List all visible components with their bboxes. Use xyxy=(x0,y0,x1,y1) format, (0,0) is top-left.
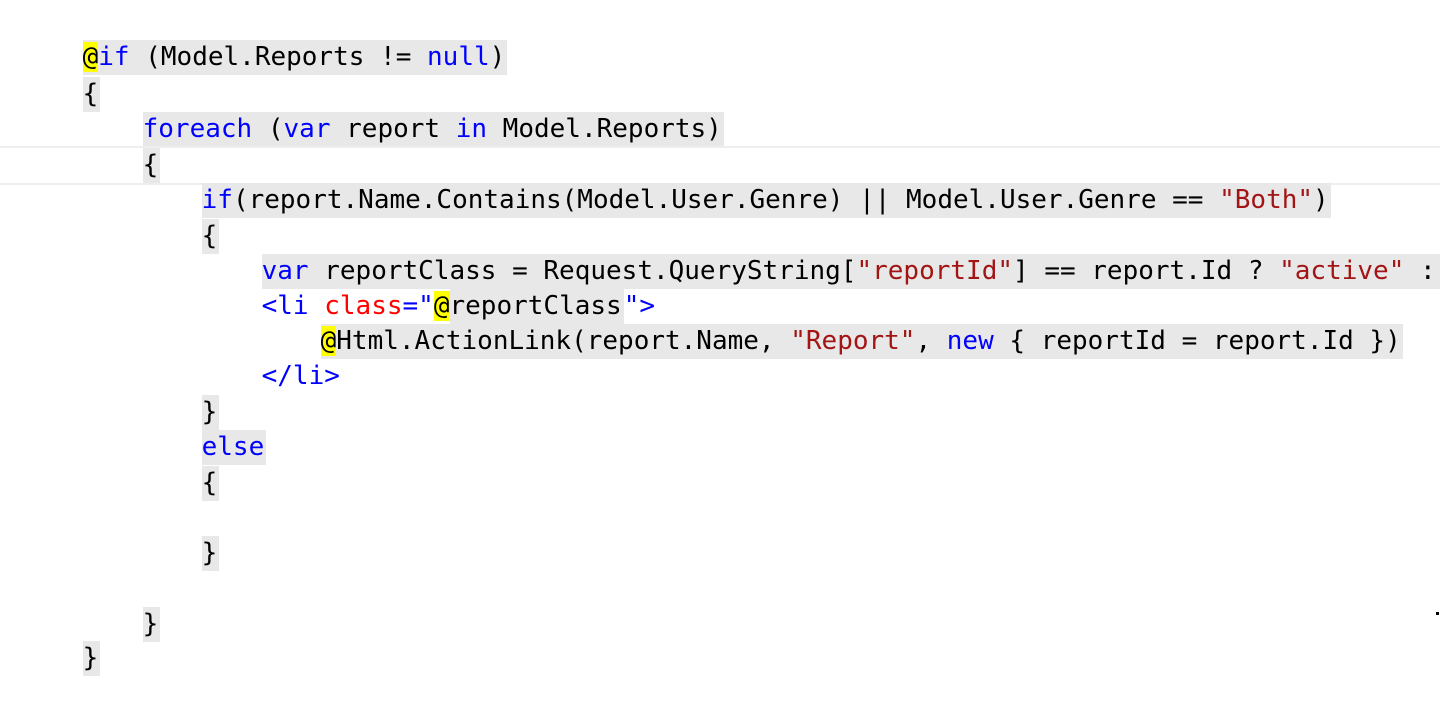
code-text: { reportId = report.Id }) xyxy=(993,326,1401,356)
string-literal: "Both" xyxy=(1219,185,1314,215)
html-tag-close: </li> xyxy=(261,361,340,391)
code-line-15: } xyxy=(80,572,161,642)
code-text: : xyxy=(1420,256,1436,286)
code-line-7: var reportClass = Request.QueryString["r… xyxy=(199,219,1440,289)
code-line-8: <li class="@reportClass"> xyxy=(199,254,655,324)
code-text: ] == report.Id ? xyxy=(1013,256,1280,286)
code-line-13-content: { xyxy=(201,466,220,501)
code-text: Model.Reports) xyxy=(487,114,722,144)
code-text: report xyxy=(330,114,456,144)
code-line-16: } xyxy=(20,606,101,676)
code-text: (report.Name.Contains(Model.User.Genre) … xyxy=(232,185,1220,215)
code-text: Html.ActionLink(report.Name, xyxy=(336,326,791,356)
keyword-null: null xyxy=(427,42,490,72)
string-literal: "active" xyxy=(1279,256,1405,286)
code-text: ) xyxy=(1313,185,1329,215)
keyword-new: new xyxy=(946,326,994,356)
code-line-1: @if (Model.Reports != null) xyxy=(20,5,508,75)
code-line-9-content: @Html.ActionLink(report.Name, "Report", … xyxy=(320,324,1403,359)
code-line-14-content: } xyxy=(201,536,220,571)
keyword-var: var xyxy=(283,114,331,144)
code-line-3-content: foreach (var report in Model.Reports) xyxy=(142,112,724,147)
keyword-in: in xyxy=(455,114,488,144)
code-line-14: } xyxy=(139,501,220,571)
code-line-11: } xyxy=(139,360,220,430)
keyword-if: if xyxy=(98,42,130,72)
code-line-13: { xyxy=(139,431,220,501)
code-text: (Model.Reports != xyxy=(129,42,428,72)
code-line-3: foreach (var report in Model.Reports) xyxy=(80,77,724,147)
code-line-1-content: @if (Model.Reports != null) xyxy=(82,40,508,75)
string-literal: "Report" xyxy=(790,326,916,356)
code-line-12: else xyxy=(139,395,267,465)
code-editor[interactable]: @if (Model.Reports != null) { foreach (v… xyxy=(0,0,1440,676)
string-literal: "reportId" xyxy=(856,256,1014,286)
code-text: , xyxy=(915,326,947,356)
code-line-10: </li> xyxy=(199,324,340,391)
code-line-9: @Html.ActionLink(report.Name, "Report", … xyxy=(258,289,1403,359)
code-text: ) xyxy=(489,42,506,72)
code-line-6: { xyxy=(139,184,220,254)
text-caret xyxy=(1436,612,1439,615)
code-line-5: if(report.Name.Contains(Model.User.Genre… xyxy=(0,146,1440,218)
code-line-4: { xyxy=(80,113,161,183)
code-line-2: { xyxy=(20,42,101,112)
code-line-5-content: if(report.Name.Contains(Model.User.Genre… xyxy=(201,183,1331,218)
code-line-15-content: } xyxy=(142,607,161,642)
code-line-16-content: } xyxy=(82,641,101,676)
code-text: ( xyxy=(252,114,284,144)
